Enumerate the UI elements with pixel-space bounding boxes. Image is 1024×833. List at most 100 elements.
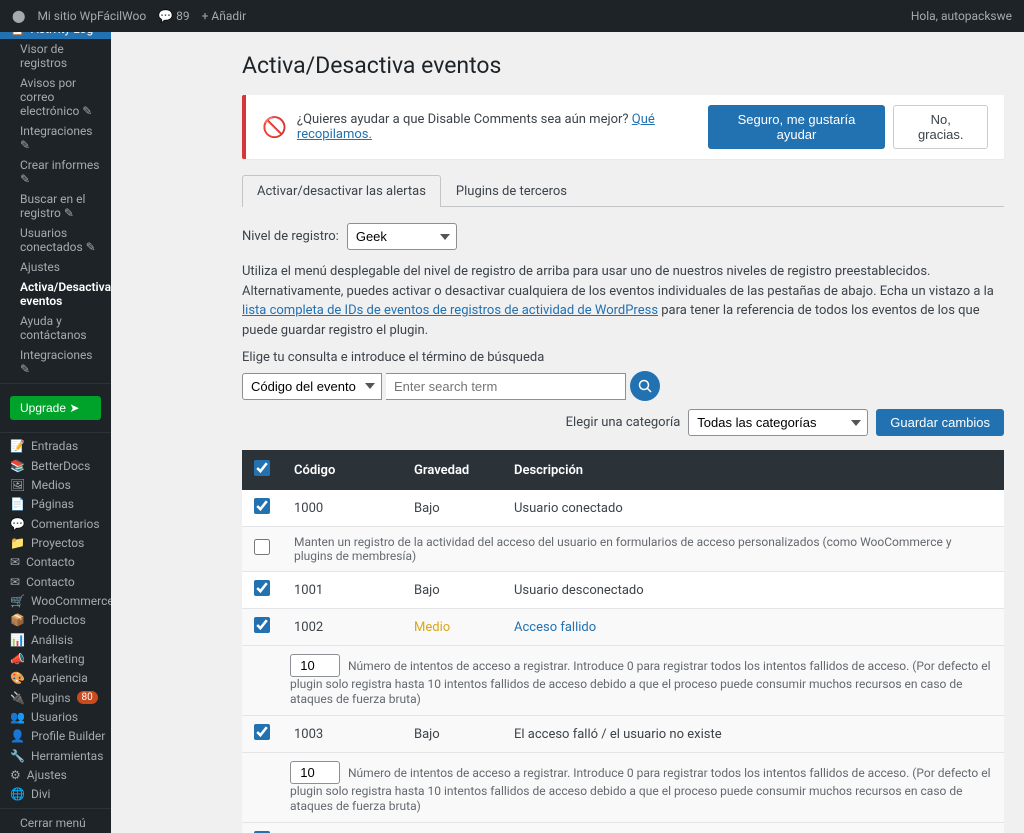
sidebar-sub-crear-informes[interactable]: Crear informes ✎ bbox=[0, 155, 111, 189]
sidebar-item-label: Marketing bbox=[31, 652, 85, 666]
sidebar-sub-integraciones[interactable]: Integraciones ✎ bbox=[0, 121, 111, 155]
site-name[interactable]: Mi sitio WpFácilWoo bbox=[37, 9, 146, 23]
row-severity: Bajo bbox=[402, 572, 502, 609]
sidebar-item-proyectos[interactable]: 📁 Proyectos bbox=[0, 533, 111, 552]
row-checkbox[interactable] bbox=[254, 498, 270, 514]
sidebar-item-apariencia[interactable]: 🎨 Apariencia bbox=[0, 669, 111, 688]
table-number-row: Número de intentos de acceso a registrar… bbox=[242, 646, 1004, 716]
row-description: El acceso falló / el usuario no existe bbox=[502, 716, 1004, 753]
top-bar: ⬤ Mi sitio WpFácilWoo 💬 89 + Añadir Hola… bbox=[0, 0, 1024, 32]
row-severity: Medio bbox=[402, 823, 502, 833]
sidebar-item-label: BetterDocs bbox=[31, 459, 90, 473]
main-content: Activa/Desactiva eventos 🚫 ¿Quieres ayud… bbox=[222, 32, 1024, 833]
notice-yes-button[interactable]: Seguro, me gustaría ayudar bbox=[708, 105, 886, 149]
row-code: 1003 bbox=[282, 716, 402, 753]
topbar-left: ⬤ Mi sitio WpFácilWoo 💬 89 + Añadir bbox=[12, 9, 246, 23]
row-description: Acceso fallido bbox=[502, 609, 1004, 646]
col-code: Código bbox=[282, 450, 402, 490]
notice-no-button[interactable]: No, gracias. bbox=[893, 105, 988, 149]
sidebar-item-contacto[interactable]: ✉ Contacto bbox=[0, 553, 111, 572]
search-type-select[interactable]: Código del evento bbox=[242, 373, 382, 400]
save-button[interactable]: Guardar cambios bbox=[876, 409, 1004, 436]
sidebar-item-marketing[interactable]: 📣 Marketing bbox=[0, 649, 111, 668]
category-select[interactable]: Todas las categorías bbox=[688, 409, 868, 436]
search-input[interactable] bbox=[386, 373, 626, 400]
sidebar-item-productos[interactable]: 📦 Productos bbox=[0, 611, 111, 630]
sidebar-item-plugins[interactable]: 🔌 Plugins 80 bbox=[0, 688, 111, 707]
tab-activar[interactable]: Activar/desactivar las alertas bbox=[242, 175, 441, 207]
notice-banner: 🚫 ¿Quieres ayudar a que Disable Comments… bbox=[242, 95, 1004, 159]
sidebar-item-paginas[interactable]: 📄 Páginas bbox=[0, 495, 111, 514]
number-input-cell: Número de intentos de acceso a registrar… bbox=[282, 646, 1004, 716]
description-text: Utiliza el menú desplegable del nivel de… bbox=[242, 262, 1004, 340]
sidebar-item-divi[interactable]: 🌐 Divi bbox=[0, 785, 111, 804]
upgrade-button[interactable]: Upgrade ➤ bbox=[10, 396, 101, 420]
sidebar-item-usuarios[interactable]: 👥 Usuarios bbox=[0, 707, 111, 726]
sidebar-item-betterdocs[interactable]: 📚 BetterDocs bbox=[0, 456, 111, 475]
contacto-icon: ✉ bbox=[10, 555, 20, 569]
number-input[interactable] bbox=[290, 761, 340, 784]
select-all-checkbox[interactable] bbox=[254, 460, 270, 476]
number-desc-text: Número de intentos de acceso a registrar… bbox=[290, 766, 991, 813]
ajustes-icon: ⚙ bbox=[10, 768, 21, 782]
productos-icon: 📦 bbox=[10, 613, 25, 627]
table-row: 1000BajoUsuario conectado bbox=[242, 490, 1004, 527]
sidebar-item-label: Medios bbox=[31, 478, 71, 492]
sidebar-item-contacto2[interactable]: ✉ Contacto bbox=[0, 572, 111, 591]
row-checkbox[interactable] bbox=[254, 724, 270, 740]
row-description-link[interactable]: Acceso fallido bbox=[514, 620, 596, 635]
row-code: 1000 bbox=[282, 490, 402, 527]
sidebar-item-analisis[interactable]: 📊 Análisis bbox=[0, 630, 111, 649]
sidebar-item-profile-builder[interactable]: 👤 Profile Builder bbox=[0, 727, 111, 746]
sidebar-sub-ajustes[interactable]: Ajustes bbox=[0, 257, 111, 277]
row-severity: Medio bbox=[402, 609, 502, 646]
col-severity: Gravedad bbox=[402, 450, 502, 490]
comments-count[interactable]: 💬 89 bbox=[158, 9, 189, 23]
search-icon bbox=[638, 379, 652, 393]
notice-icon: 🚫 bbox=[262, 115, 287, 139]
tab-plugins[interactable]: Plugins de terceros bbox=[441, 175, 582, 207]
plugins-badge: 80 bbox=[77, 691, 98, 704]
sub-row-checkbox[interactable] bbox=[254, 539, 270, 555]
sidebar-sub-usuarios-conectados[interactable]: Usuarios conectados ✎ bbox=[0, 223, 111, 257]
sidebar-sub-activa-desactiva[interactable]: Activa/Desactiva eventos bbox=[0, 277, 111, 311]
search-button[interactable] bbox=[630, 371, 660, 401]
row-checkbox[interactable] bbox=[254, 580, 270, 596]
table-row: 1003BajoEl acceso falló / el usuario no … bbox=[242, 716, 1004, 753]
sidebar-item-woocommerce[interactable]: 🛒 WooCommerce bbox=[0, 591, 111, 610]
sidebar-item-label: Productos bbox=[31, 613, 86, 627]
contacto2-icon: ✉ bbox=[10, 575, 20, 589]
sub-row-description: Manten un registro de la actividad del a… bbox=[282, 527, 1004, 572]
herramientas-icon: 🔧 bbox=[10, 749, 25, 763]
sidebar-item-comentarios[interactable]: 💬 Comentarios bbox=[0, 514, 111, 533]
sidebar-item-ajustes[interactable]: ⚙ Ajustes bbox=[0, 765, 111, 784]
proyectos-icon: 📁 bbox=[10, 536, 25, 550]
profile-builder-icon: 👤 bbox=[10, 729, 25, 743]
search-label: Elige tu consulta e introduce el término… bbox=[242, 350, 660, 365]
sidebar-sub-visor[interactable]: Visor de registros bbox=[0, 39, 111, 73]
woocommerce-icon: 🛒 bbox=[10, 594, 25, 608]
sidebar-item-label: Contacto bbox=[26, 575, 75, 589]
add-new-button[interactable]: + Añadir bbox=[202, 9, 247, 23]
sidebar-item-medios[interactable]: 🖼 Medios bbox=[0, 475, 111, 494]
sidebar-sub-buscar[interactable]: Buscar en el registro ✎ bbox=[0, 189, 111, 223]
row-code: 1004 bbox=[282, 823, 402, 833]
sidebar-item-entradas[interactable]: 📝 Entradas bbox=[0, 437, 111, 456]
sidebar-item-label: Plugins bbox=[31, 691, 71, 705]
row-severity: Bajo bbox=[402, 716, 502, 753]
nivel-select[interactable]: Geek Basic Informational Custom bbox=[347, 223, 457, 250]
sidebar-sub-integraciones2[interactable]: Integraciones ✎ bbox=[0, 345, 111, 379]
sidebar-sub-avisos[interactable]: Avisos por correo electrónico ✎ bbox=[0, 73, 111, 121]
wp-logo-icon[interactable]: ⬤ bbox=[12, 9, 25, 23]
row-checkbox[interactable] bbox=[254, 617, 270, 633]
description-link[interactable]: lista completa de IDs de eventos de regi… bbox=[242, 303, 658, 318]
sidebar-sub-ayuda[interactable]: Ayuda y contáctanos bbox=[0, 311, 111, 345]
number-input[interactable] bbox=[290, 654, 340, 677]
sidebar-item-label: Usuarios bbox=[31, 710, 78, 724]
comentarios-icon: 💬 bbox=[10, 517, 25, 531]
close-menu[interactable]: Cerrar menú bbox=[0, 813, 111, 833]
sidebar-item-label: WooCommerce bbox=[31, 594, 111, 608]
row-description: Usuario conectado bbox=[502, 490, 1004, 527]
row-severity: Bajo bbox=[402, 490, 502, 527]
sidebar-item-herramientas[interactable]: 🔧 Herramientas bbox=[0, 746, 111, 765]
